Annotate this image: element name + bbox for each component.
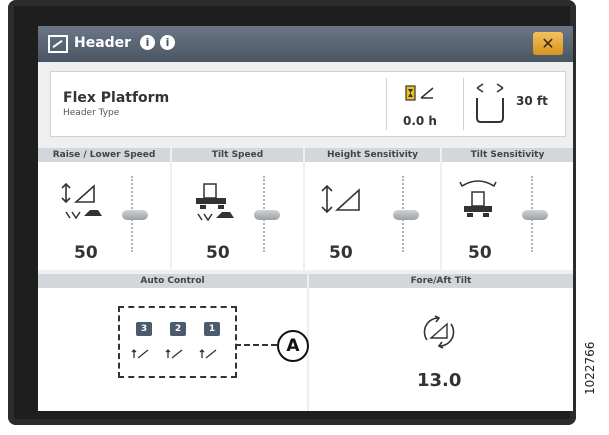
mode-3-button[interactable]: 3 bbox=[136, 322, 152, 336]
header-name: Flex Platform bbox=[63, 90, 170, 106]
height-sensitivity-slider[interactable] bbox=[393, 176, 421, 252]
header-hours: 0.0 h bbox=[403, 114, 437, 128]
auto-control-panel: Auto Control 3 2 1 A bbox=[38, 274, 309, 411]
panel-title: Tilt Speed bbox=[172, 148, 303, 162]
panel-title: Height Sensitivity bbox=[305, 148, 440, 162]
info-icon[interactable]: i bbox=[140, 35, 155, 50]
panel-value: 50 bbox=[74, 243, 98, 263]
panel-value: 50 bbox=[329, 243, 353, 263]
tilt-speed-icon bbox=[196, 183, 234, 222]
fore-aft-tilt-panel[interactable]: Fore/Aft Tilt 13.0 bbox=[309, 274, 573, 411]
panel-value: 50 bbox=[206, 243, 230, 263]
callout-leader-line bbox=[235, 344, 277, 346]
panel-title: Raise / Lower Speed bbox=[38, 148, 170, 162]
auto-control-mode-icons bbox=[131, 349, 217, 359]
raise-lower-speed-panel[interactable]: Raise / Lower Speed 50 bbox=[38, 148, 170, 270]
close-button[interactable]: ✕ bbox=[533, 32, 563, 55]
window-title: Header bbox=[74, 35, 132, 51]
header-info-box: Flex Platform Header Type 0.0 h 30 ft bbox=[50, 71, 566, 137]
callout-label: A bbox=[277, 330, 309, 362]
tilt-speed-panel[interactable]: Tilt Speed 50 bbox=[172, 148, 303, 270]
header-hours-icon bbox=[405, 85, 434, 101]
slider-knob[interactable] bbox=[254, 210, 280, 220]
tilt-sensitivity-slider[interactable] bbox=[522, 176, 550, 252]
header-width-icon bbox=[476, 83, 504, 123]
tilt-speed-slider[interactable] bbox=[254, 176, 282, 252]
slider-knob[interactable] bbox=[122, 210, 148, 220]
panel-title: Fore/Aft Tilt bbox=[309, 274, 573, 288]
header-type-label: Header Type bbox=[63, 108, 120, 118]
mode-2-button[interactable]: 2 bbox=[170, 322, 186, 336]
raise-lower-speed-icon bbox=[61, 182, 102, 220]
height-sensitivity-icon bbox=[321, 184, 360, 214]
fore-aft-tilt-value: 13.0 bbox=[417, 370, 462, 391]
tilt-sensitivity-panel[interactable]: Tilt Sensitivity 50 bbox=[442, 148, 573, 270]
divider bbox=[386, 78, 387, 130]
divider bbox=[463, 78, 464, 130]
raise-lower-speed-slider[interactable] bbox=[122, 176, 150, 252]
slider-knob[interactable] bbox=[522, 210, 548, 220]
panel-value: 50 bbox=[468, 243, 492, 263]
panel-title: Tilt Sensitivity bbox=[442, 148, 573, 162]
header-edit-icon bbox=[48, 35, 68, 53]
info-icon-secondary[interactable]: i bbox=[160, 35, 175, 50]
fore-aft-tilt-icon bbox=[423, 315, 455, 349]
mode-1-button[interactable]: 1 bbox=[204, 322, 220, 336]
height-sensitivity-panel[interactable]: Height Sensitivity 50 bbox=[305, 148, 440, 270]
slider-knob[interactable] bbox=[393, 210, 419, 220]
tilt-sensitivity-icon bbox=[459, 180, 497, 217]
display-screen: Header i i ✕ Flex Platform Header Type 0… bbox=[38, 26, 573, 411]
header-width: 30 ft bbox=[516, 94, 548, 108]
auto-control-modes-box: 3 2 1 bbox=[118, 306, 237, 378]
title-bar: Header i i ✕ bbox=[38, 26, 573, 62]
document-number: 1022766 bbox=[583, 341, 597, 395]
panel-title: Auto Control bbox=[38, 274, 307, 288]
